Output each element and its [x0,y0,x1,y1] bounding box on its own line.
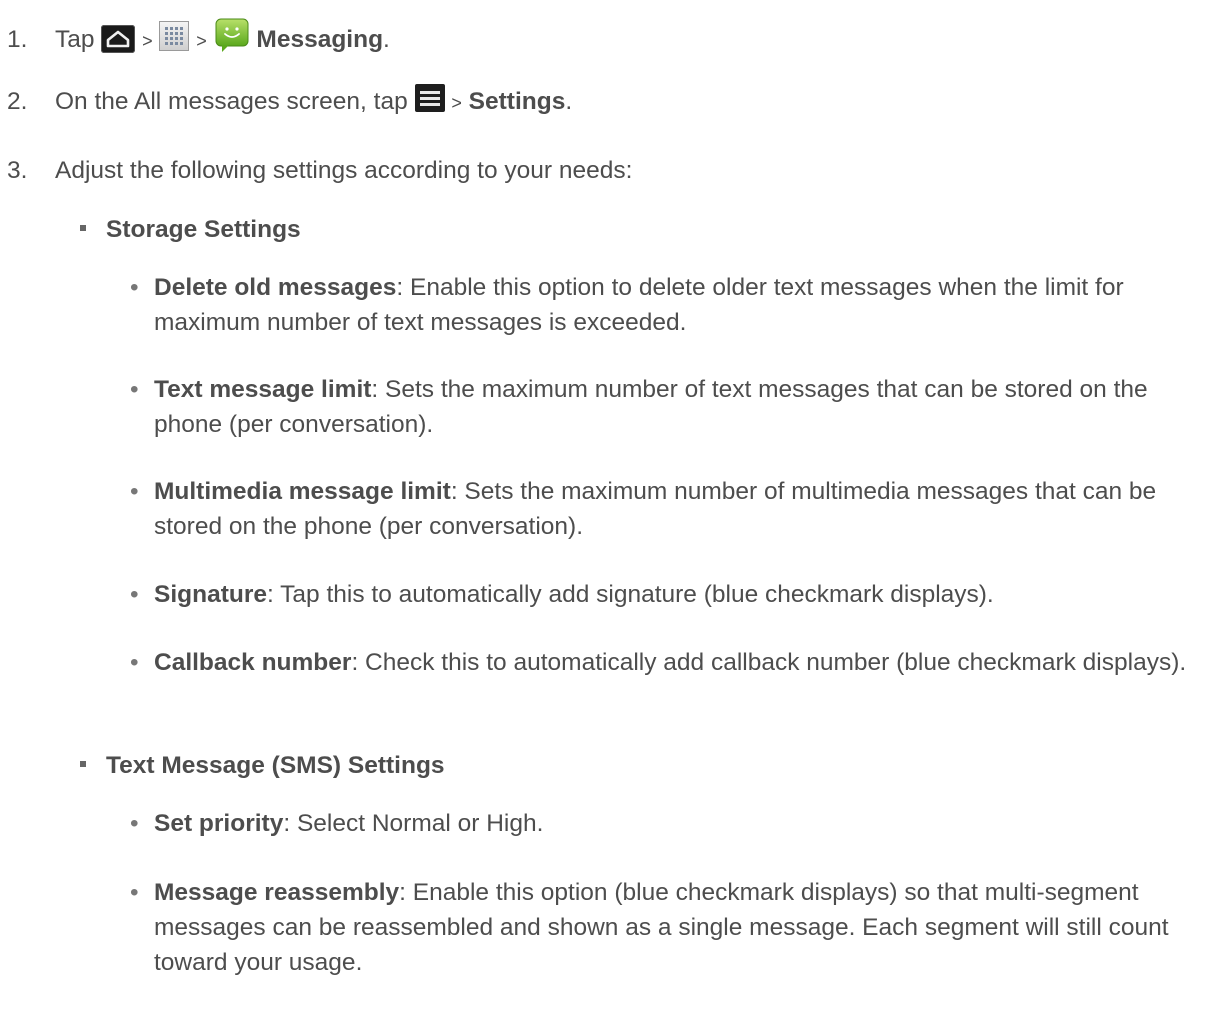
step-text: On the All messages screen, tap [55,88,408,115]
step-text: Tap [55,26,95,53]
menu-icon [414,84,445,112]
messaging-app-icon [214,17,250,53]
bullet-icon: • [130,879,139,906]
item-term: Set priority [154,810,284,837]
section-heading-storage: Storage Settings [80,212,301,247]
separator: > [451,93,462,113]
bullet-icon: • [130,581,139,608]
bullet-icon: • [130,274,139,301]
step-1: 1. Tap > > Messaging. [7,17,390,59]
step-2: 2. On the All messages screen, tap > Sett… [7,84,572,121]
step-text: Adjust the following settings according … [55,157,633,184]
separator: > [142,31,153,51]
step-number: 3. [7,157,28,184]
item-term: Multimedia message limit [154,478,451,505]
home-icon [101,25,136,53]
list-item: • Delete old messages: Enable this optio… [130,270,1205,340]
step-number: 2. [7,88,28,115]
item-term: Signature [154,581,267,608]
punctuation: . [383,26,390,53]
item-term: Text message limit [154,376,372,403]
list-item: • Message reassembly: Enable this option… [130,875,1205,980]
section-title: Text Message (SMS) Settings [106,752,445,779]
bullet-icon: • [130,649,139,676]
separator: > [196,31,207,51]
item-term: Delete old messages [154,274,397,301]
square-bullet-icon [80,760,86,767]
item-description: : Check this to automatically add callba… [351,649,1187,676]
item-term: Message reassembly [154,879,400,906]
square-bullet-icon [80,224,86,231]
item-term: Callback number [154,649,352,676]
step-number: 1. [7,26,28,53]
messaging-label: Messaging [256,26,384,53]
list-item: • Multimedia message limit: Sets the max… [130,474,1205,544]
apps-grid-icon [159,21,190,51]
bullet-icon: • [130,376,139,403]
list-item: • Signature: Tap this to automatically a… [130,577,1205,612]
bullet-icon: • [130,810,139,837]
item-description: : Select Normal or High. [283,810,544,837]
item-description: : Tap this to automatically add signatur… [267,581,994,608]
punctuation: . [565,88,573,115]
list-item: • Text message limit: Sets the maximum n… [130,372,1205,442]
list-item: • Callback number: Check this to automat… [130,645,1205,680]
bullet-icon: • [130,478,139,505]
step-3: 3. Adjust the following settings accordin… [7,153,632,188]
section-title: Storage Settings [106,216,301,243]
list-item: • Set priority: Select Normal or High. [130,806,1205,841]
settings-label: Settings [468,88,566,115]
section-heading-sms: Text Message (SMS) Settings [80,748,445,783]
